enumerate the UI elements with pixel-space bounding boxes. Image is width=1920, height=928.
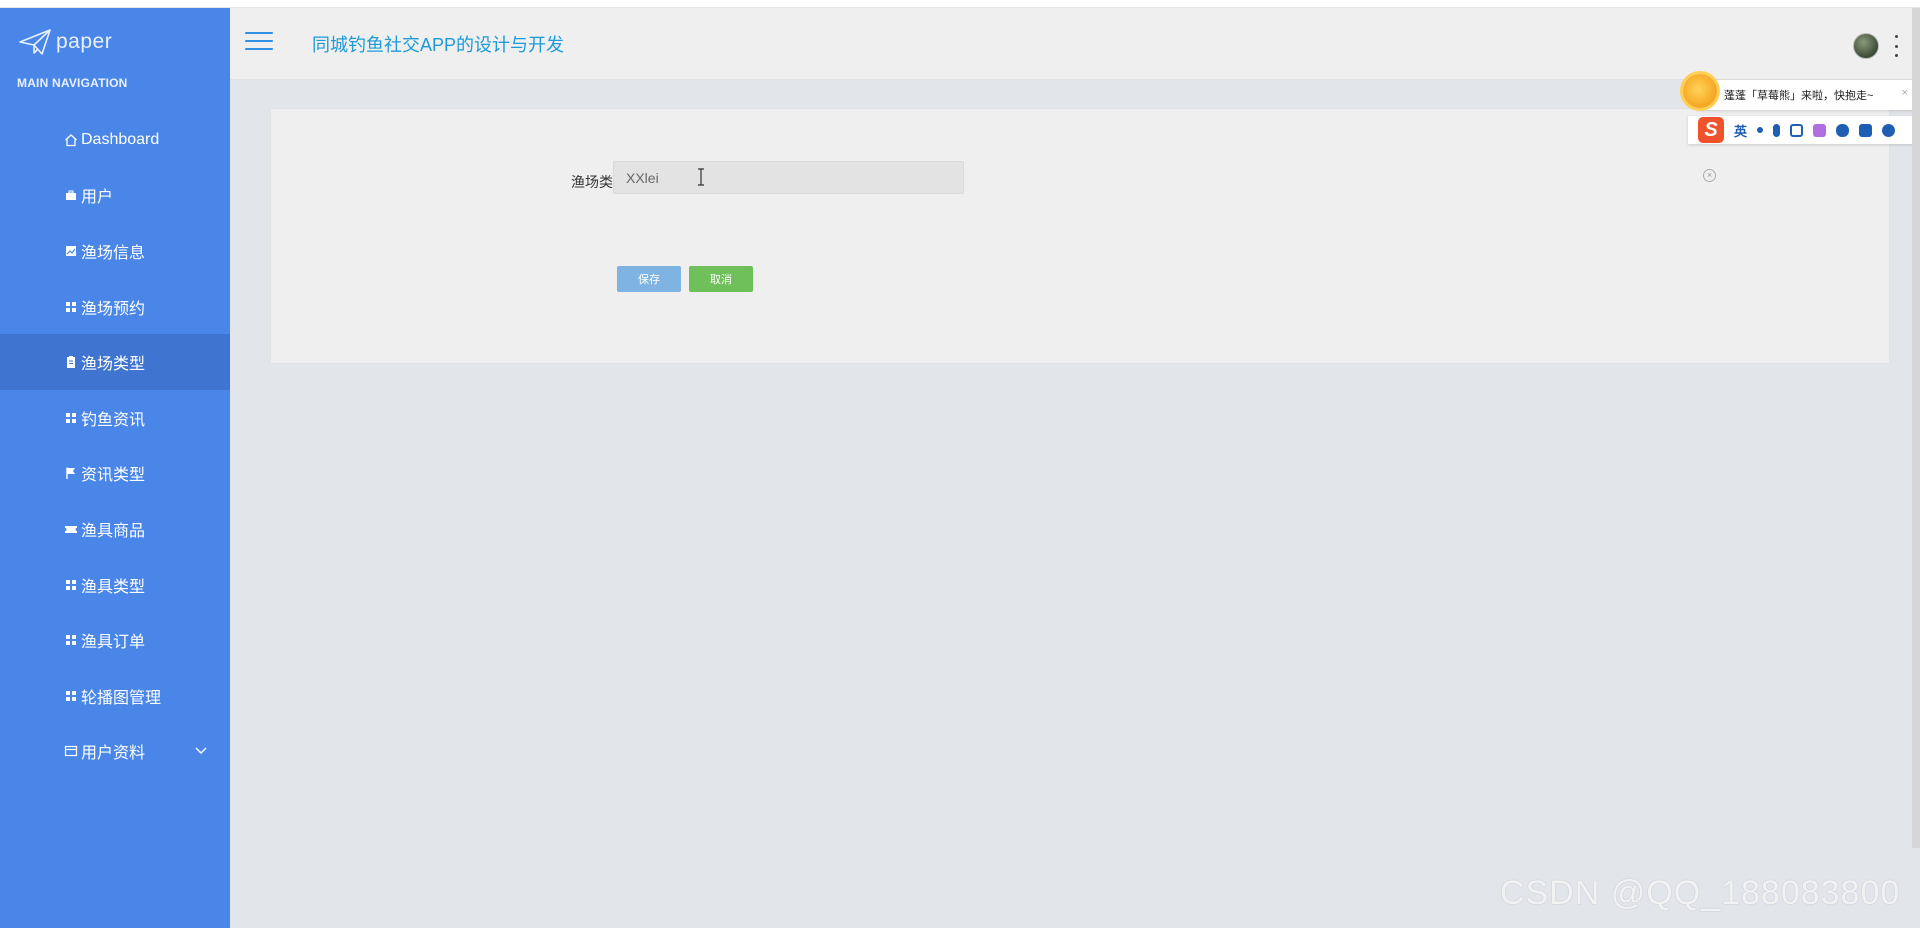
image-icon: [64, 244, 78, 258]
app-frame: paper MAIN NAVIGATION Dashboard 用户 渔场信息: [0, 0, 1920, 928]
chevron-down-icon[interactable]: [194, 742, 208, 760]
sidebar-item-label: 用户: [81, 189, 114, 207]
save-button[interactable]: 保存: [617, 266, 681, 292]
sidebar-item-dashboard[interactable]: Dashboard: [0, 112, 230, 168]
sun-mascot-icon[interactable]: [1683, 74, 1717, 108]
more-menu-icon[interactable]: [1893, 35, 1899, 57]
sidebar-item-label: Dashboard: [81, 130, 160, 148]
user-icon: [64, 188, 78, 202]
sidebar-item-label: 资讯类型: [81, 467, 146, 485]
fishery-type-input[interactable]: [613, 161, 964, 194]
card-icon: [64, 744, 78, 758]
ime-toolbar: S 英: [1688, 116, 1920, 144]
toolbox-icon[interactable]: [1859, 123, 1873, 137]
brand-name: paper: [56, 30, 113, 53]
sidebar-item-label: 用户资料: [81, 745, 146, 763]
sidebar: paper MAIN NAVIGATION Dashboard 用户 渔场信息: [0, 8, 264, 928]
sidebar-item-gear-products[interactable]: 渔具商品: [0, 501, 230, 557]
microphone-icon[interactable]: [1773, 123, 1781, 137]
sidebar-item-gear-orders[interactable]: 渔具订单: [0, 612, 230, 668]
sidebar-item-label: 钓鱼资讯: [81, 411, 146, 429]
top-border: [0, 0, 1920, 8]
sidebar-item-gear-type[interactable]: 渔具类型: [0, 557, 230, 613]
main-content: 渔场类型 × 保存 取消: [230, 80, 1920, 928]
sidebar-item-label: 渔具商品: [81, 522, 146, 540]
ime-tip-bubble[interactable]: 蓬蓬「草莓熊」来啦，快抱走~ ×: [1688, 80, 1920, 110]
home-icon: [64, 133, 78, 147]
edit-form-card: 渔场类型 × 保存 取消: [270, 108, 1890, 364]
close-circle-icon[interactable]: ×: [1703, 169, 1716, 182]
brand-logo[interactable]: paper: [18, 24, 112, 60]
sidebar-item-fishery-info[interactable]: 渔场信息: [0, 223, 230, 279]
sidebar-item-users[interactable]: 用户: [0, 168, 230, 224]
avatar[interactable]: [1853, 33, 1879, 59]
clipboard-icon: [64, 355, 78, 369]
sidebar-item-news-type[interactable]: 资讯类型: [0, 446, 230, 502]
sidebar-item-fishing-news[interactable]: 钓鱼资讯: [0, 390, 230, 446]
menu-toggle-icon[interactable]: [245, 32, 273, 54]
sidebar-item-label: 渔场预约: [81, 300, 146, 318]
sidebar-item-fishery-type[interactable]: 渔场类型: [0, 334, 264, 390]
sidebar-item-carousel[interactable]: 轮播图管理: [0, 668, 230, 724]
nav-heading: MAIN NAVIGATION: [17, 76, 128, 90]
grid-icon: [64, 411, 78, 425]
gamepad-icon[interactable]: [1836, 123, 1850, 137]
sidebar-item-user-profile[interactable]: 用户资料: [0, 724, 230, 780]
app-title: 同城钓鱼社交APP的设计与开发: [312, 35, 565, 55]
page-scrollbar[interactable]: [1912, 8, 1920, 848]
sidebar-item-fishery-booking[interactable]: 渔场预约: [0, 279, 230, 335]
grid-icon: [64, 578, 78, 592]
ticket-icon: [64, 522, 78, 536]
sidebar-nav: Dashboard 用户 渔场信息 渔场预约 渔场类型 钓鱼资讯 资讯类型 渔具…: [0, 112, 264, 780]
grid-icon: [64, 633, 78, 647]
skin-icon[interactable]: [1813, 123, 1827, 137]
grid-icon: [64, 300, 78, 314]
settings-gear-icon[interactable]: [1882, 123, 1896, 137]
close-icon[interactable]: ×: [1902, 87, 1908, 99]
keyboard-icon[interactable]: [1790, 123, 1804, 137]
sidebar-item-label: 渔具订单: [81, 634, 146, 652]
sidebar-item-label: 渔场类型: [81, 356, 146, 374]
sidebar-item-label: 渔场信息: [81, 244, 146, 262]
paper-plane-icon: [19, 29, 51, 55]
sidebar-item-label: 轮播图管理: [81, 689, 162, 707]
punctuation-icon[interactable]: [1757, 127, 1764, 133]
grid-icon: [64, 689, 78, 703]
text-cursor-icon: [698, 168, 704, 186]
top-header: 同城钓鱼社交APP的设计与开发: [230, 8, 1920, 80]
ime-tip-text: 蓬蓬「草莓熊」来啦，快抱走~: [1724, 90, 1874, 102]
cancel-button[interactable]: 取消: [689, 266, 753, 292]
ime-language-toggle[interactable]: 英: [1734, 121, 1747, 140]
flag-icon: [64, 466, 78, 480]
watermark: CSDN @QQ_188083800: [1500, 874, 1901, 912]
sidebar-item-label: 渔具类型: [81, 578, 146, 596]
sogou-logo-icon[interactable]: S: [1698, 117, 1724, 143]
